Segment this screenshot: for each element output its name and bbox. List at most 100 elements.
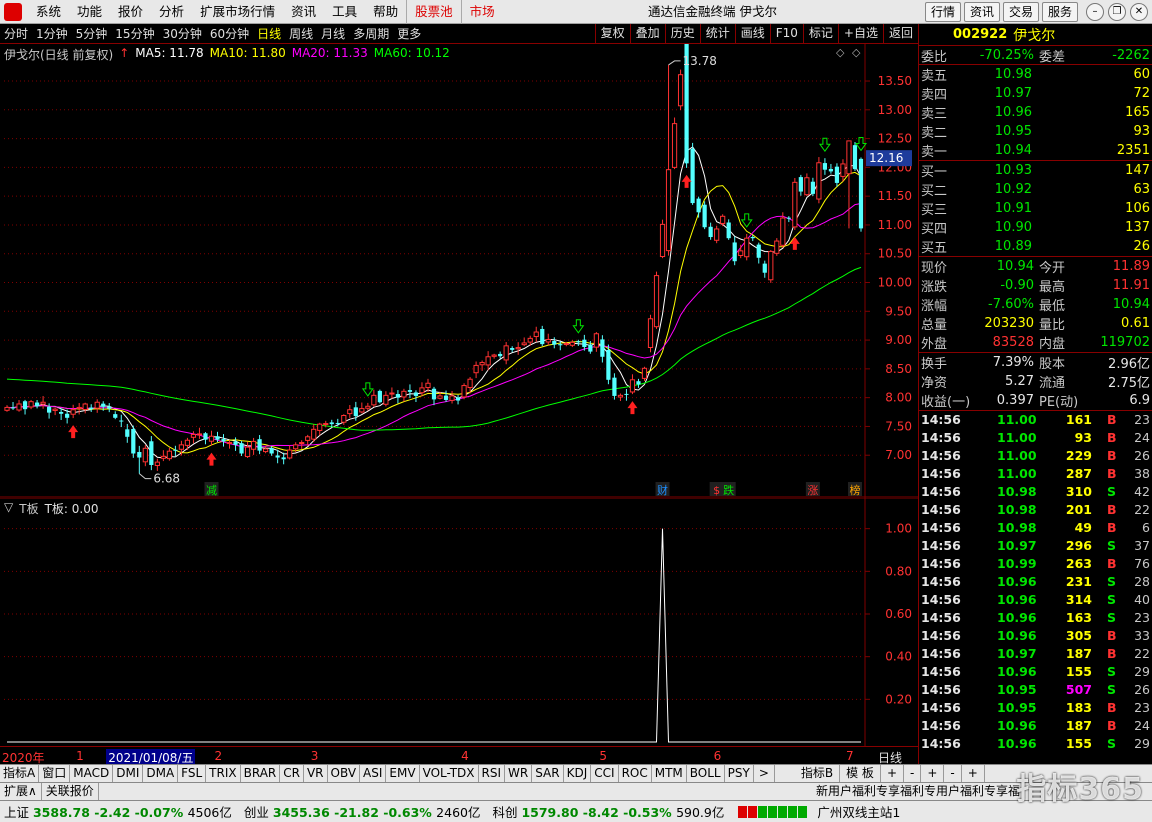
bid-row[interactable]: 买三 10.91 106 (919, 199, 1152, 218)
candle[interactable] (576, 339, 581, 346)
tick-row[interactable]: 14:56 10.96 155 S 29 (919, 735, 1152, 753)
candle[interactable] (624, 388, 629, 401)
candle[interactable] (659, 219, 666, 259)
overlay-button[interactable]: 叠加 (629, 24, 665, 44)
candle[interactable] (834, 163, 840, 187)
candle[interactable] (383, 391, 389, 407)
indicator-tab[interactable]: SAR (532, 765, 564, 782)
period-tab[interactable]: 60分钟 (206, 25, 253, 42)
candle[interactable] (762, 260, 767, 278)
tick-row[interactable]: 14:56 11.00 93 B 24 (919, 429, 1152, 447)
candle[interactable] (311, 424, 317, 443)
related-quote-button[interactable]: 关联报价 (42, 783, 99, 800)
candle[interactable] (16, 400, 22, 412)
candle[interactable] (816, 157, 822, 204)
menu-system[interactable]: 系统 (28, 0, 69, 24)
candle[interactable] (540, 325, 545, 347)
candle[interactable] (22, 399, 28, 415)
candle[interactable] (521, 337, 527, 347)
candle[interactable] (774, 238, 780, 256)
candle[interactable] (473, 361, 479, 379)
menu-stock-pool[interactable]: 股票池 (406, 0, 461, 24)
indicator-tab[interactable]: VR (304, 765, 328, 782)
candle[interactable] (317, 422, 323, 436)
candle[interactable] (190, 431, 197, 444)
candle[interactable] (305, 434, 311, 446)
period-tab[interactable]: 30分钟 (159, 25, 206, 42)
f10-button[interactable]: F10 (769, 24, 803, 44)
candle[interactable] (34, 399, 40, 409)
candle[interactable] (184, 437, 191, 450)
tick-row[interactable]: 14:56 11.00 229 B 26 (919, 447, 1152, 465)
candle[interactable] (780, 212, 786, 248)
tick-row[interactable]: 14:56 10.96 163 S 23 (919, 609, 1152, 627)
indicator-tab[interactable]: RSI (479, 765, 506, 782)
menu-help[interactable]: 帮助 (365, 0, 406, 24)
ask-row[interactable]: 卖一 10.94 2351 (919, 141, 1152, 160)
indicator-tab[interactable]: PSY (725, 765, 754, 782)
candle[interactable] (94, 399, 100, 413)
candle[interactable] (702, 201, 707, 230)
menu-analysis[interactable]: 分析 (151, 0, 192, 24)
candle[interactable] (137, 445, 142, 474)
candle[interactable] (419, 382, 425, 397)
candle[interactable] (671, 117, 678, 170)
candle[interactable] (142, 444, 148, 467)
candle[interactable] (76, 403, 82, 415)
indicator-toggle-icon[interactable]: ▽ (4, 500, 13, 517)
candle[interactable] (371, 389, 377, 408)
news-ticker[interactable]: 新用户福利专享福利专用户福利专享福 (816, 783, 1020, 800)
tick-row[interactable]: 14:56 10.97 296 S 37 (919, 537, 1152, 555)
bid-row[interactable]: 买五 10.89 26 (919, 237, 1152, 256)
candle[interactable] (119, 414, 124, 428)
candle[interactable] (510, 346, 515, 353)
index-quote[interactable]: 科创 1579.80 -8.42 -0.53% 590.9亿 (492, 802, 724, 821)
indicator-tab-right[interactable]: + (921, 765, 945, 782)
tick-list[interactable]: 14:56 11.00 161 B 23 14:56 11.00 93 B 24 14:56 11.0… (919, 411, 1152, 753)
indicator-tab-right[interactable]: 指标B (795, 765, 841, 782)
period-tab[interactable]: 周线 (285, 25, 317, 42)
candle[interactable] (131, 425, 136, 458)
ask-row[interactable]: 卖三 10.96 165 (919, 103, 1152, 122)
restore-icon[interactable]: ❐ (1108, 3, 1126, 21)
bid-row[interactable]: 买一 10.93 147 (919, 161, 1152, 180)
candle[interactable] (552, 337, 557, 349)
indicator-tab[interactable]: DMI (113, 765, 144, 782)
mark-button[interactable]: 标记 (802, 24, 838, 44)
minimize-icon[interactable]: – (1086, 3, 1104, 21)
candle[interactable] (593, 332, 599, 352)
indicator-tab-right[interactable]: - (904, 765, 922, 782)
candle[interactable] (359, 402, 365, 414)
candle[interactable] (726, 219, 731, 240)
ask-row[interactable]: 卖五 10.98 60 (919, 65, 1152, 84)
candle[interactable] (858, 157, 864, 232)
bid-row[interactable]: 买四 10.90 137 (919, 218, 1152, 237)
candle[interactable] (696, 196, 701, 218)
period-tab[interactable]: 多周期 (349, 25, 393, 42)
indicator-tab[interactable]: FSL (178, 765, 207, 782)
tick-row[interactable]: 14:56 11.00 287 B 38 (919, 465, 1152, 483)
indicator-tab[interactable]: TRIX (206, 765, 241, 782)
candle[interactable] (545, 333, 551, 346)
indicator-tab[interactable]: BRAR (241, 765, 281, 782)
quote-button[interactable]: 行情 (924, 2, 961, 22)
candle[interactable] (491, 353, 497, 359)
candle[interactable] (89, 404, 94, 412)
candle[interactable] (714, 225, 720, 244)
candle[interactable] (70, 404, 76, 419)
indicator-tab-right[interactable]: + (881, 765, 904, 782)
ask-row[interactable]: 卖四 10.97 72 (919, 84, 1152, 103)
menu-info[interactable]: 资讯 (283, 0, 324, 24)
period-tab[interactable]: 5分钟 (72, 25, 112, 42)
candle[interactable] (461, 383, 467, 400)
indicator-tab[interactable]: > (754, 765, 775, 782)
expand-button[interactable]: 扩展∧ (0, 783, 42, 800)
candle[interactable] (690, 142, 695, 205)
candle[interactable] (756, 242, 761, 264)
candle[interactable] (846, 140, 852, 229)
back-button[interactable]: 返回 (882, 24, 918, 44)
adjust-button[interactable]: 复权 (594, 24, 630, 44)
candle[interactable] (166, 447, 172, 461)
indicator-tab[interactable]: DMA (143, 765, 179, 782)
candle[interactable] (852, 141, 858, 171)
